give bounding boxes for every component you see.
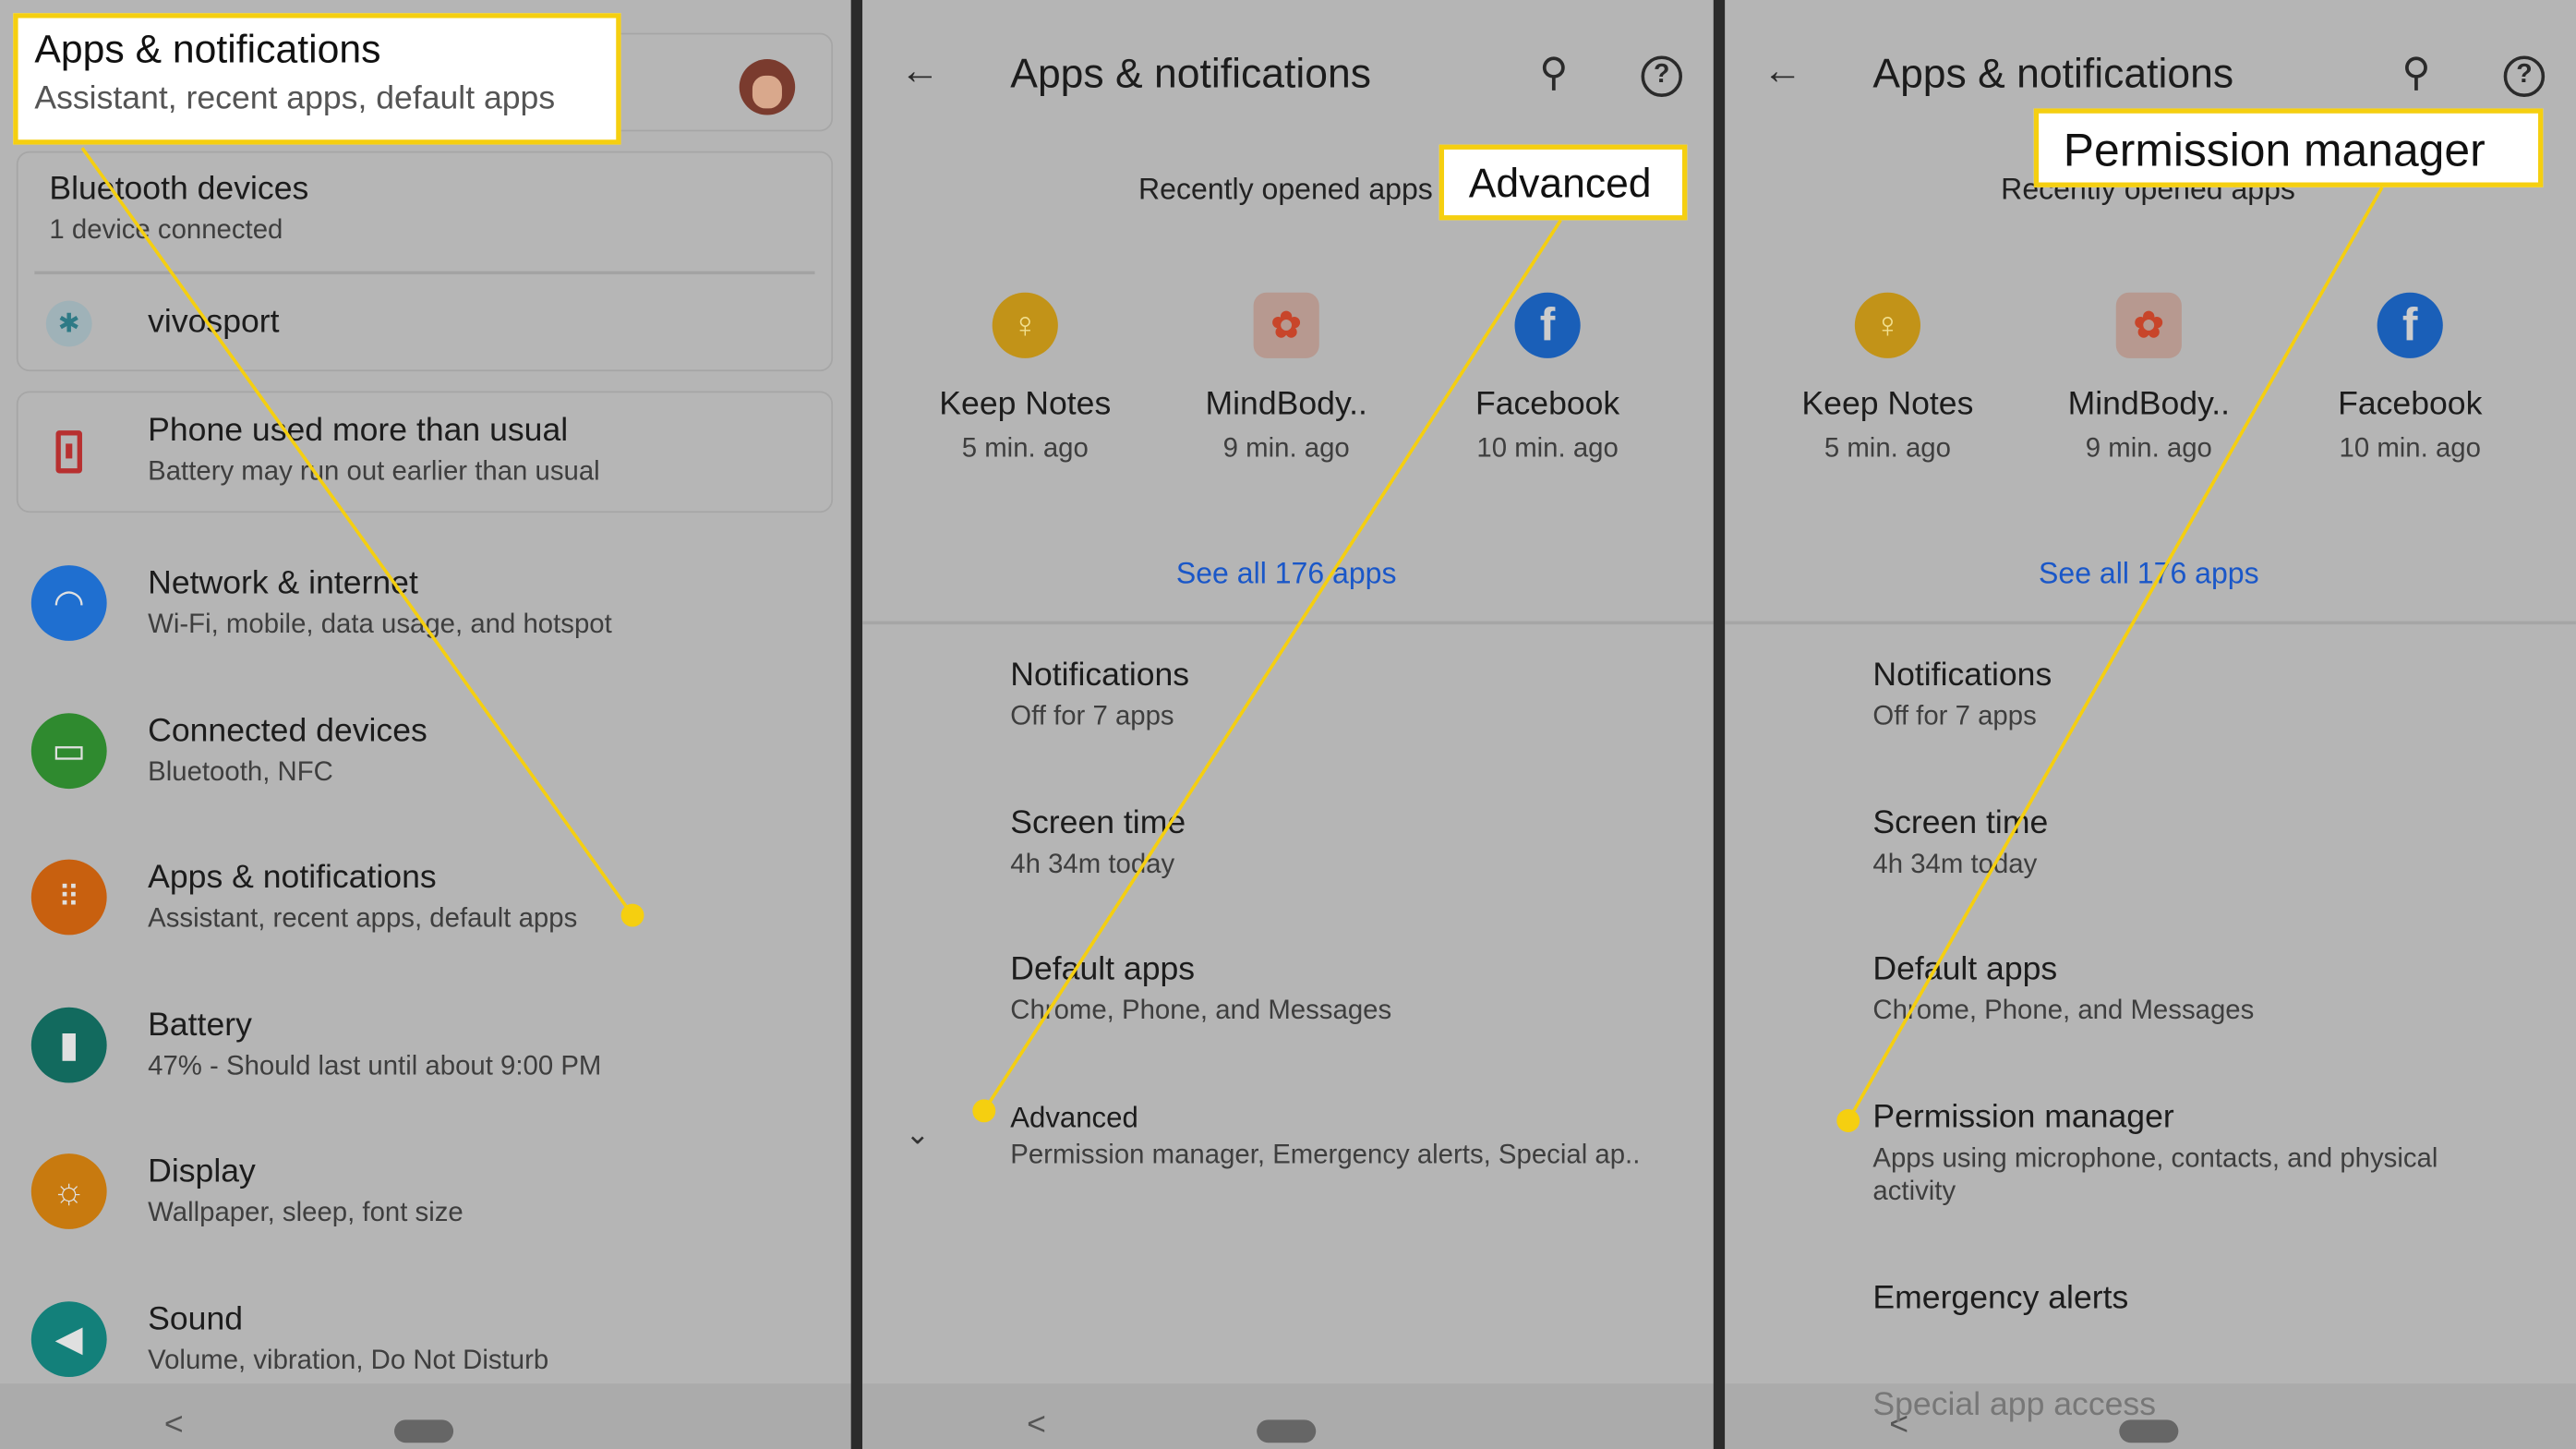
item-title: Notifications [1010,657,1190,694]
item-title: Apps & notifications [148,859,437,896]
app-name: Keep Notes [1801,386,1974,423]
battery-alert-icon [55,430,82,474]
app-time: 5 min. ago [1824,433,1951,464]
app-time: 10 min. ago [2339,433,2481,464]
nav-back-button[interactable]: < [1027,1407,1046,1444]
item-subtitle: 4h 34m today [1010,849,1175,879]
page-title: Apps & notifications [1010,51,1371,97]
nav-back-button[interactable]: < [164,1407,184,1444]
back-arrow-icon[interactable]: ← [1763,49,1802,95]
item-subtitle: Bluetooth, NFC [148,757,333,788]
app-time: 10 min. ago [1476,433,1619,464]
battery-icon: ▮ [30,1007,107,1083]
devices-icon: ▭ [30,713,107,790]
item-title: Connected devices [148,713,427,750]
keep-notes-icon: ♀ [992,292,1058,358]
divider [1725,621,2576,625]
item-subtitle: Off for 7 apps [1010,701,1174,731]
item-subtitle: Apps using microphone, contacts, and phy… [1872,1143,2438,1174]
help-icon[interactable]: ? [1641,55,1683,97]
suggestion-title: Phone used more than usual [148,412,569,449]
app-name: MindBody.. [1205,386,1367,423]
app-time: 9 min. ago [2085,433,2212,464]
callout-permission-manager: Permission manager [2033,108,2544,187]
list-item-special-app-access[interactable]: Special app access [1872,1387,2156,1425]
bluetooth-device[interactable]: vivosport [148,304,279,342]
help-icon[interactable]: ? [2503,55,2546,97]
item-subtitle: Assistant, recent apps, default apps [148,903,578,934]
nav-home-button[interactable] [394,1419,454,1443]
callout-text: Advanced [1468,161,1652,208]
item-subtitle: Chrome, Phone, and Messages [1872,996,2255,1026]
callout-apps-notifications: Apps & notifications Assistant, recent a… [13,13,621,145]
item-subtitle: Chrome, Phone, and Messages [1010,996,1392,1026]
recent-apps-label: Recently opened apps [1138,172,1433,206]
avatar[interactable] [739,59,796,115]
item-title: Default apps [1010,951,1196,988]
callout-text: Permission manager [2063,125,2486,176]
suggestion-subtitle: Battery may run out earlier than usual [148,456,600,487]
navigation-bar: < [0,1383,851,1449]
page-title: Apps & notifications [1872,51,2234,97]
app-time: 5 min. ago [961,433,1089,464]
callout-subtitle: Assistant, recent apps, default apps [34,80,556,117]
mindbody-icon: ✿ [1253,292,1319,358]
bluetooth-title[interactable]: Bluetooth devices [49,171,308,209]
chevron-down-icon: ⌄ [905,1117,931,1151]
app-name: Facebook [1475,386,1620,423]
item-subtitle: activity [1872,1176,1956,1207]
item-title: Permission manager [1872,1099,2174,1136]
app-name: Facebook [2338,386,2483,423]
callout-title: Apps & notifications [34,28,381,73]
wifi-icon: ◠ [30,565,107,641]
navigation-bar: < [862,1383,1714,1449]
brightness-icon: ☼ [30,1153,107,1229]
facebook-icon: f [2377,292,2443,358]
item-subtitle: Wallpaper, sleep, font size [148,1198,463,1228]
callout-advanced: Advanced [1438,144,1688,221]
item-subtitle: 47% - Should last until about 9:00 PM [148,1051,602,1081]
panel-divider [1713,0,1726,1449]
facebook-icon: f [1514,292,1581,358]
back-arrow-icon[interactable]: ← [900,49,940,95]
item-title: Advanced [1010,1101,1138,1134]
apps-notifications-advanced-panel: ← Apps & notifications ⚲ ? Recently open… [1725,0,2576,1449]
mindbody-icon: ✿ [2115,292,2182,358]
item-title: Default apps [1872,951,2058,988]
search-icon[interactable]: ⚲ [2401,49,2430,97]
app-name: MindBody.. [2067,386,2231,423]
apps-notifications-panel: ← Apps & notifications ⚲ ? Recently open… [862,0,1714,1449]
suggestion-card[interactable] [16,391,834,513]
search-icon[interactable]: ⚲ [1539,49,1568,97]
volume-icon: ◀ [30,1301,107,1378]
item-subtitle: Off for 7 apps [1872,701,2037,731]
panel-divider [850,0,863,1449]
item-subtitle: Wi-Fi, mobile, data usage, and hotspot [148,610,612,640]
item-title: Battery [148,1007,252,1044]
see-all-apps-link[interactable]: See all 176 apps [1176,557,1397,591]
bluetooth-icon: ✱ [45,300,92,347]
nav-home-button[interactable] [1257,1419,1317,1443]
settings-panel: Bluetooth devices 1 device connected ✱ v… [0,0,851,1449]
item-title: Display [148,1153,256,1190]
item-title: Emergency alerts [1872,1280,2129,1317]
divider [862,621,1714,625]
app-name: Keep Notes [939,386,1112,423]
item-subtitle: 4h 34m today [1872,849,2038,879]
see-all-apps-link[interactable]: See all 176 apps [2039,557,2259,591]
app-time: 9 min. ago [1222,433,1350,464]
item-title: Screen time [1010,804,1186,842]
item-title: Screen time [1872,804,2049,842]
item-title: Network & internet [148,565,418,602]
item-title: Sound [148,1301,244,1338]
item-subtitle: Volume, vibration, Do Not Disturb [148,1346,549,1376]
bluetooth-subtitle: 1 device connected [49,215,283,246]
item-title: Notifications [1872,657,2052,694]
apps-grid-icon: ⠿ [30,859,107,936]
item-subtitle: Permission manager, Emergency alerts, Sp… [1010,1140,1641,1170]
keep-notes-icon: ♀ [1854,292,1921,358]
